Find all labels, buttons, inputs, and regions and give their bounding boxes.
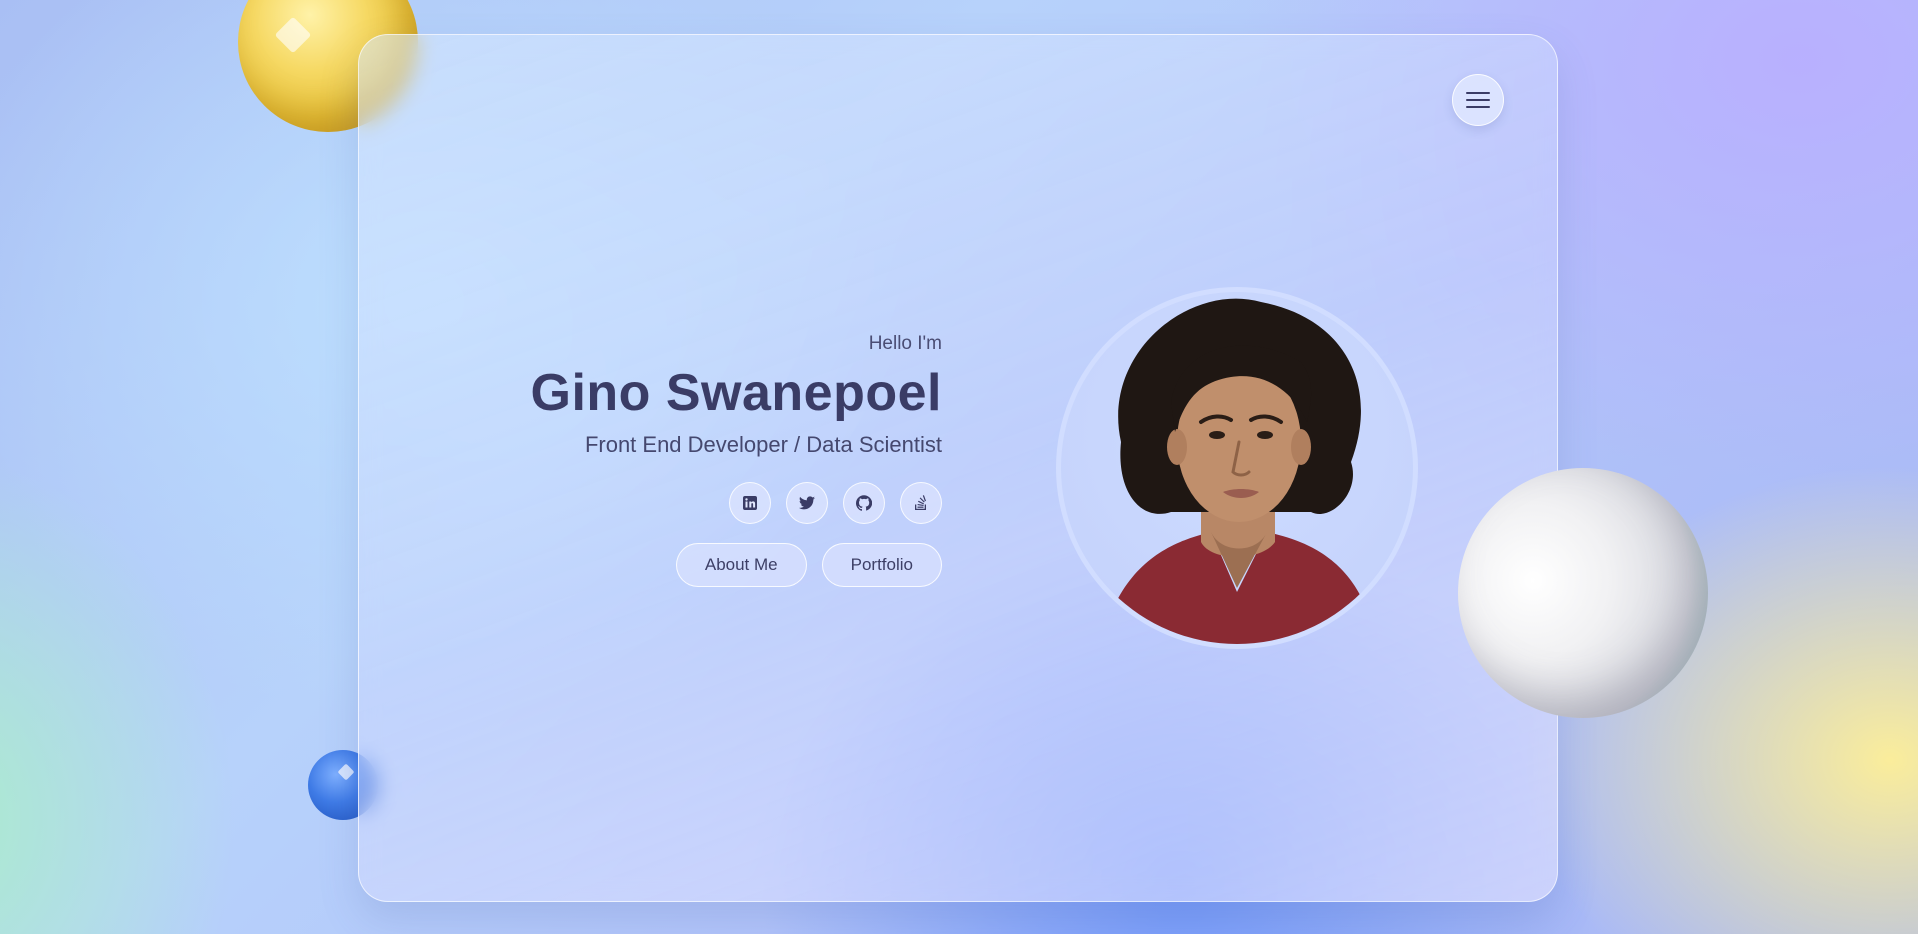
github-icon	[856, 495, 872, 511]
page-title: Gino Swanepoel	[530, 364, 942, 422]
stack-overflow-icon	[915, 495, 926, 510]
hamburger-menu-icon	[1466, 92, 1490, 108]
github-button[interactable]	[843, 482, 885, 524]
profile-photo	[1056, 287, 1418, 649]
twitter-icon	[799, 496, 815, 510]
about-me-button[interactable]: About Me	[675, 543, 807, 587]
linkedin-button[interactable]	[729, 482, 771, 524]
hero-actions: About Me Portfolio	[675, 543, 942, 587]
menu-button[interactable]	[1452, 74, 1504, 126]
portfolio-button[interactable]: Portfolio	[821, 543, 942, 587]
linkedin-icon	[743, 496, 757, 510]
job-title: Front End Developer / Data Scientist	[584, 432, 942, 457]
decorative-white-sphere	[1458, 468, 1708, 718]
social-links	[729, 482, 942, 524]
twitter-button[interactable]	[786, 482, 828, 524]
portrait-illustration	[1101, 298, 1377, 644]
hero-text: Hello I'm Gino Swanepoel Front End Devel…	[382, 330, 943, 460]
stack-overflow-button[interactable]	[900, 482, 942, 524]
greeting-text: Hello I'm	[868, 333, 942, 354]
